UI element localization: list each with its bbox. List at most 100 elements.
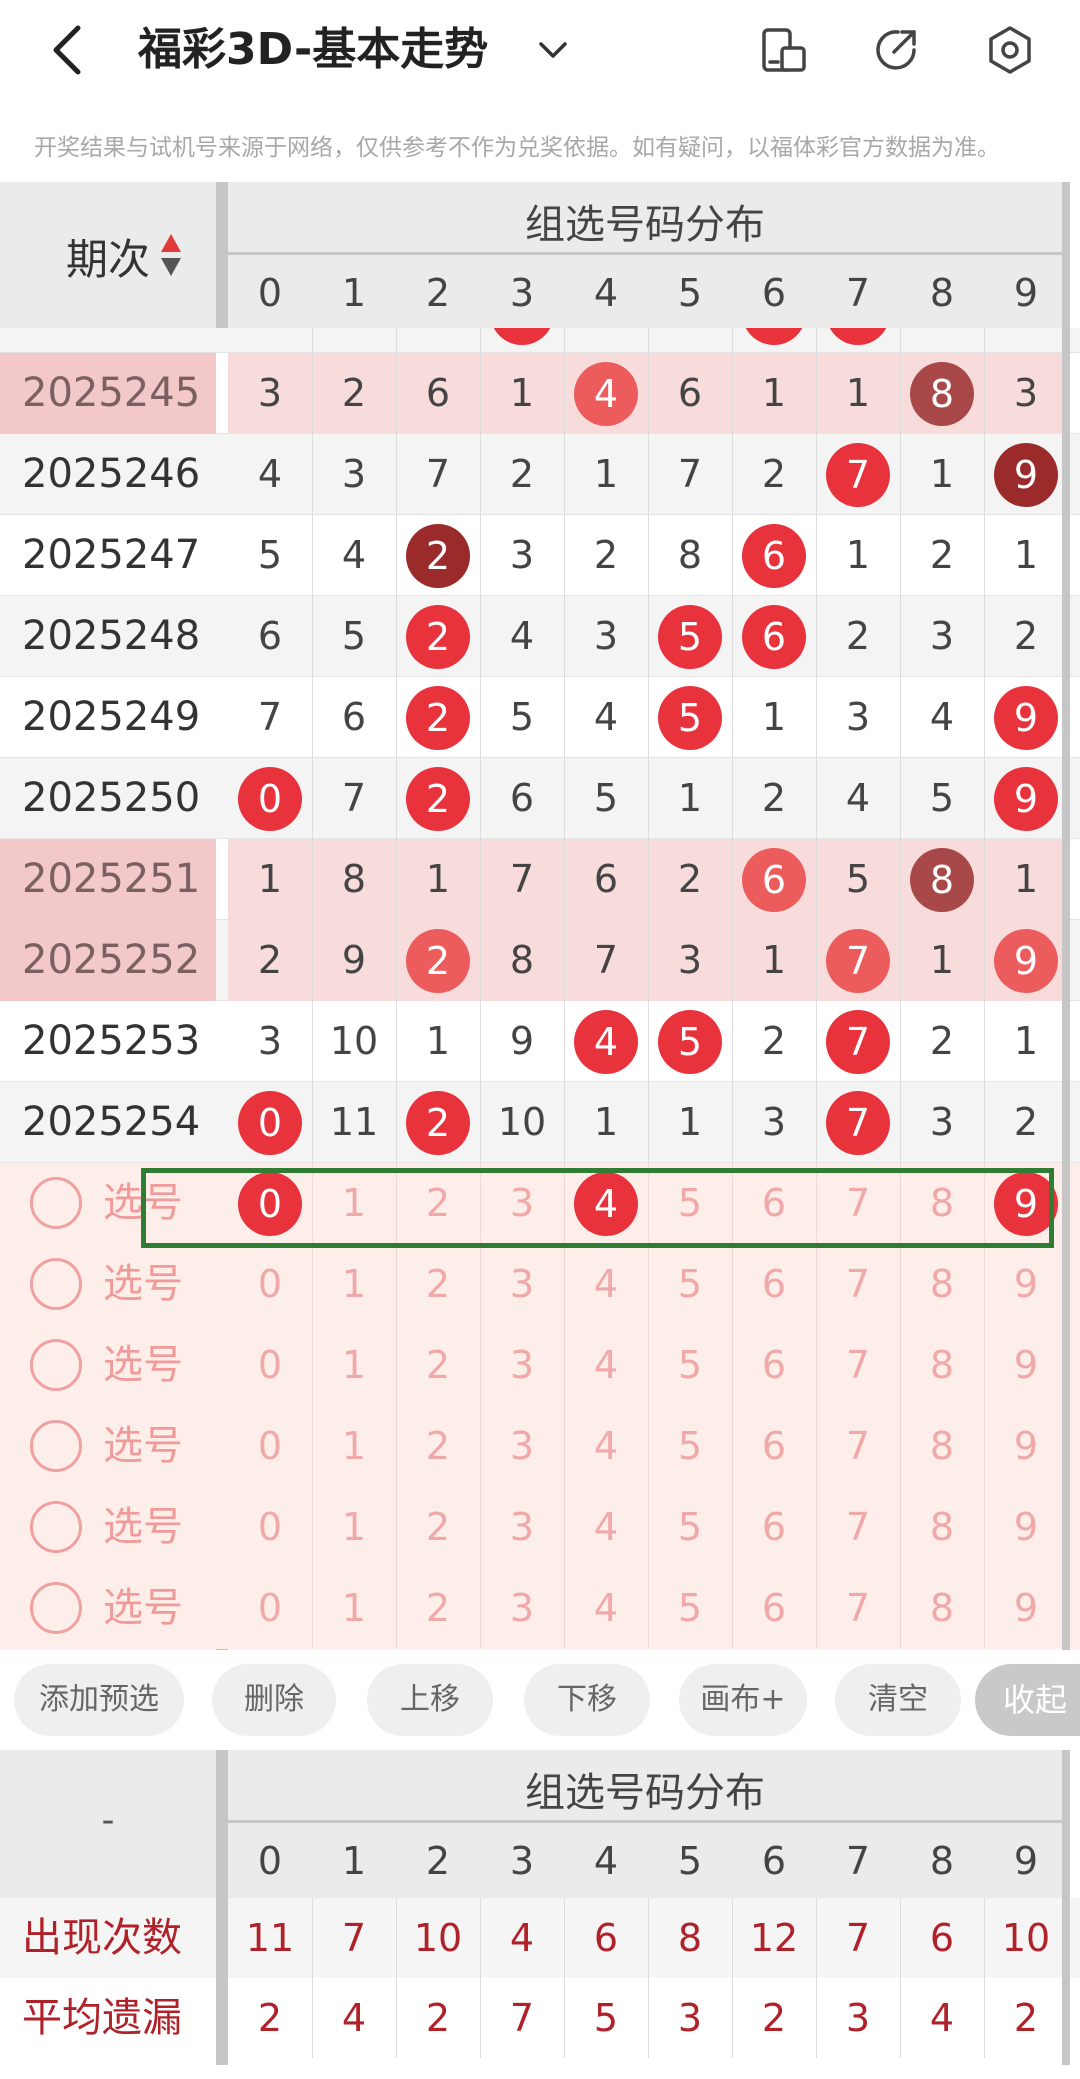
portrait-icon[interactable] xyxy=(756,22,812,78)
chevron-down-icon[interactable] xyxy=(533,30,573,70)
collapse-button[interactable]: 收起 xyxy=(975,1664,1080,1736)
pick-digit-7[interactable]: 7 xyxy=(816,1487,900,1568)
pick-digit-7[interactable]: 7 xyxy=(816,1325,900,1406)
avg-miss-label: 平均遗漏 xyxy=(22,1995,182,2041)
page-title[interactable]: 福彩3D-基本走势 xyxy=(138,18,488,82)
pick-digit-5[interactable]: 5 xyxy=(648,1406,732,1487)
column-line xyxy=(396,1244,397,1325)
pick-digit-7[interactable]: 7 xyxy=(816,1406,900,1487)
pick-digit-8[interactable]: 8 xyxy=(900,1244,984,1325)
share-icon[interactable] xyxy=(868,22,924,78)
pick-row[interactable]: 选号 0 1 2 3 4 5 6 7 8 9 xyxy=(0,1325,1080,1406)
pick-digit-6[interactable]: 6 xyxy=(732,1568,816,1649)
pick-digit-2[interactable]: 2 xyxy=(396,1325,480,1406)
digit-cell: 1 xyxy=(761,695,787,739)
table-row[interactable]: 2025249 7 6 2 5 4 5 1 3 4 9 xyxy=(0,677,1080,758)
pick-row[interactable]: 选号 0 1 2 3 4 5 6 7 8 9 xyxy=(0,1568,1080,1649)
table-row[interactable]: 2025245 3 2 6 1 4 6 1 1 8 3 xyxy=(0,353,1080,434)
table-row[interactable]: 2025254 0 11 2 10 1 1 3 7 3 2 xyxy=(0,1082,1080,1163)
radio-icon[interactable] xyxy=(30,1339,82,1391)
table-row[interactable]: 2025246 4 3 7 2 1 7 2 7 1 9 xyxy=(0,434,1080,515)
table-row[interactable]: 20252442133456762 xyxy=(0,328,1080,353)
pick-row-selector[interactable]: 选号 xyxy=(0,1406,216,1487)
pick-row[interactable]: 选号 0 1 2 3 4 5 6 7 8 9 xyxy=(0,1406,1080,1487)
pick-digit-7[interactable]: 7 xyxy=(816,1244,900,1325)
column-line xyxy=(984,1406,985,1487)
radio-icon[interactable] xyxy=(30,1501,82,1553)
pick-digit-3[interactable]: 3 xyxy=(480,1487,564,1568)
add-preselect-button[interactable]: 添加预选 xyxy=(14,1664,184,1736)
period-header[interactable]: 期次 xyxy=(0,182,216,328)
pick-digit-0[interactable]: 0 xyxy=(228,1568,312,1649)
canvas-add-button[interactable]: 画布+ xyxy=(679,1664,807,1736)
pick-digit-0[interactable]: 0 xyxy=(228,1325,312,1406)
pick-digit-9[interactable]: 9 xyxy=(984,1568,1068,1649)
move-down-button[interactable]: 下移 xyxy=(524,1664,650,1736)
pick-digit-6[interactable]: 6 xyxy=(732,1244,816,1325)
settings-icon[interactable] xyxy=(982,22,1038,78)
clear-button[interactable]: 清空 xyxy=(835,1664,961,1736)
pick-digit-7[interactable]: 7 xyxy=(816,1568,900,1649)
pick-digit-5[interactable]: 5 xyxy=(648,1244,732,1325)
table-row[interactable]: 2025251 1 8 1 7 6 2 6 5 8 1 xyxy=(0,839,1080,920)
table-row[interactable]: 2025253 3 10 1 9 4 5 2 7 2 1 xyxy=(0,1001,1080,1082)
move-up-button[interactable]: 上移 xyxy=(367,1664,493,1736)
radio-icon[interactable] xyxy=(30,1177,82,1229)
pick-digit-8[interactable]: 8 xyxy=(900,1568,984,1649)
pick-digit-8[interactable]: 8 xyxy=(900,1487,984,1568)
pick-digit-6[interactable]: 6 xyxy=(732,1406,816,1487)
pick-digit-2[interactable]: 2 xyxy=(396,1568,480,1649)
pick-digit-3[interactable]: 3 xyxy=(480,1325,564,1406)
pick-digit-8[interactable]: 8 xyxy=(900,1406,984,1487)
pick-digit-0[interactable]: 0 xyxy=(228,1244,312,1325)
pick-digit-4[interactable]: 4 xyxy=(564,1568,648,1649)
pick-digit-5[interactable]: 5 xyxy=(648,1325,732,1406)
radio-icon[interactable] xyxy=(30,1582,82,1634)
pick-digit-6[interactable]: 6 xyxy=(732,1487,816,1568)
sort-icon[interactable] xyxy=(160,232,182,278)
pick-row-selector[interactable]: 选号 xyxy=(0,1325,216,1406)
pick-digit-8[interactable]: 8 xyxy=(900,1325,984,1406)
radio-icon[interactable] xyxy=(30,1258,82,1310)
pick-digit-4[interactable]: 4 xyxy=(564,1244,648,1325)
delete-button[interactable]: 删除 xyxy=(212,1664,336,1736)
pick-digit-1[interactable]: 1 xyxy=(312,1325,396,1406)
pick-digit-1[interactable]: 1 xyxy=(312,1568,396,1649)
pick-digit-3[interactable]: 3 xyxy=(480,1244,564,1325)
table-row[interactable]: 2025248 6 5 2 4 3 5 6 2 3 2 xyxy=(0,596,1080,677)
table-row[interactable]: 2025252 2 9 2 8 7 3 1 7 1 9 xyxy=(0,920,1080,1001)
pick-digit-4[interactable]: 4 xyxy=(564,1325,648,1406)
pick-digit-1[interactable]: 1 xyxy=(312,1406,396,1487)
pick-digit-1[interactable]: 1 xyxy=(312,1244,396,1325)
pick-digit-9[interactable]: 9 xyxy=(984,1244,1068,1325)
radio-icon[interactable] xyxy=(30,1420,82,1472)
pick-digit-1[interactable]: 1 xyxy=(312,1487,396,1568)
pick-digit-3[interactable]: 3 xyxy=(480,1406,564,1487)
table-row[interactable]: 2025250 0 7 2 6 5 1 2 4 5 9 xyxy=(0,758,1080,839)
digit-cell: 7 xyxy=(816,1082,900,1163)
pick-digit-4[interactable]: 4 xyxy=(564,1487,648,1568)
pick-digit-0[interactable]: 0 xyxy=(228,1406,312,1487)
pick-digit-9[interactable]: 9 xyxy=(984,1406,1068,1487)
pick-digit-9[interactable]: 9 xyxy=(984,1487,1068,1568)
digit-cell: 3 xyxy=(929,614,955,658)
pick-row[interactable]: 选号 0 1 2 3 4 5 6 7 8 9 xyxy=(0,1487,1080,1568)
period-cell: 2025247 xyxy=(22,532,201,578)
table-body[interactable]: 2025244213345676220252453261461183202524… xyxy=(0,328,1080,1650)
pick-digit-0[interactable]: 0 xyxy=(228,1487,312,1568)
pick-digit-6[interactable]: 6 xyxy=(732,1325,816,1406)
pick-row[interactable]: 选号 0 1 2 3 4 5 6 7 8 9 xyxy=(0,1244,1080,1325)
pick-digit-4[interactable]: 4 xyxy=(564,1406,648,1487)
table-row[interactable]: 2025247 5 4 2 3 2 8 6 1 2 1 xyxy=(0,515,1080,596)
pick-digit-2[interactable]: 2 xyxy=(396,1406,480,1487)
pick-digit-2[interactable]: 2 xyxy=(396,1244,480,1325)
pick-row-selector[interactable]: 选号 xyxy=(0,1487,216,1568)
pick-digit-3[interactable]: 3 xyxy=(480,1568,564,1649)
pick-digit-2[interactable]: 2 xyxy=(396,1487,480,1568)
pick-row-selector[interactable]: 选号 xyxy=(0,1244,216,1325)
back-icon[interactable] xyxy=(48,18,98,82)
pick-digit-5[interactable]: 5 xyxy=(648,1568,732,1649)
pick-digit-9[interactable]: 9 xyxy=(984,1325,1068,1406)
pick-row-selector[interactable]: 选号 xyxy=(0,1568,216,1649)
pick-digit-5[interactable]: 5 xyxy=(648,1487,732,1568)
